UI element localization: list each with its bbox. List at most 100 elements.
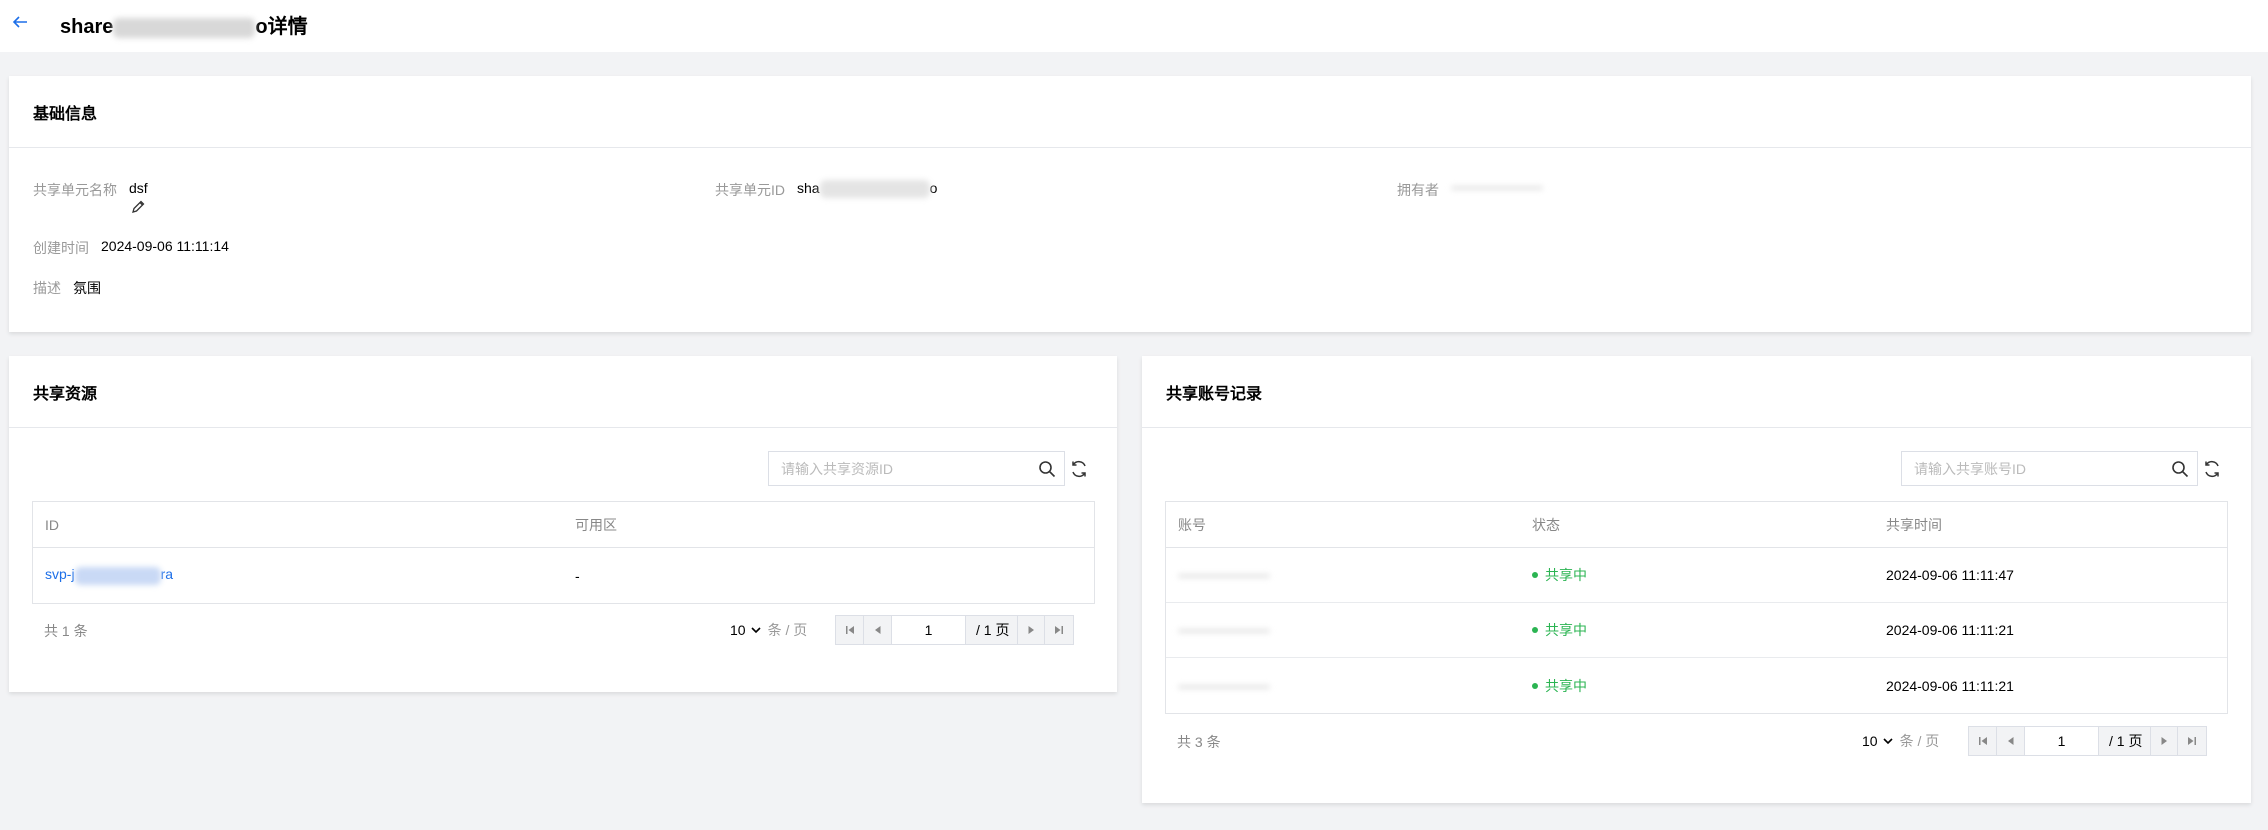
status-dot-icon [1532,627,1538,633]
share-time-cell: 2024-09-06 11:11:21 [1886,677,2014,694]
account-cell [1166,622,1520,638]
prev-page-button[interactable] [1997,727,2025,755]
table-header: 账号 状态 共享时间 [1166,502,2227,548]
share-time-cell: 2024-09-06 11:11:47 [1886,567,2014,583]
owner-row: 拥有者 [1397,180,1543,200]
share-unit-id-label: 共享单元ID [715,182,785,198]
basic-info-header: 基础信息 [9,76,2251,148]
status-dot-icon [1532,682,1538,689]
page-number-input[interactable]: 1 [2025,727,2099,755]
redacted-account [1178,684,1270,689]
account-cell [1166,678,1520,694]
chevron-down-icon [751,627,761,634]
page-title-prefix: share [60,16,114,38]
description-value: 氛围 [73,280,101,296]
resource-id-cell[interactable]: svp-j ra [33,566,563,585]
first-page-icon [845,626,854,634]
chevron-down-icon [1883,738,1893,745]
resources-total: 共 1 条 [44,623,88,639]
refresh-icon[interactable] [1069,459,1089,479]
page-size-unit: 条 / 页 [767,622,808,638]
status-cell: 共享中 [1520,565,1874,585]
next-page-button[interactable] [2150,727,2179,755]
share-unit-name-label: 共享单元名称 [33,182,117,198]
column-header-zone: 可用区 [575,516,617,533]
table-row: 共享中 2024-09-06 11:11:21 [1166,658,2227,713]
first-page-button[interactable] [836,616,864,644]
accounts-page-size-select[interactable]: 10 条 / 页 [1862,731,1939,751]
table-row: svp-j ra - [33,548,1094,603]
share-unit-id-prefix: sha [797,180,820,196]
page-size-value: 10 [1862,733,1878,749]
back-arrow-icon[interactable] [10,12,30,32]
status-text: 共享中 [1545,622,1587,638]
shared-accounts-header: 共享账号记录 [1142,356,2251,428]
next-page-button[interactable] [1017,616,1046,644]
created-time-label: 创建时间 [33,240,89,256]
redacted-text [113,17,256,38]
accounts-table: 账号 状态 共享时间 共享中 2024-09-06 11:11:47 共享中 2… [1165,501,2228,714]
shared-resources-header: 共享资源 [9,356,1117,428]
accounts-pagination: 1 / 1 页 [1968,726,2208,756]
status-cell: 共享中 [1520,620,1874,640]
prev-page-icon [2007,737,2013,745]
share-unit-name-value: dsf [129,180,148,196]
resource-id-suffix: ra [160,566,174,583]
share-unit-id-suffix: o [929,180,938,196]
resource-id-link[interactable]: svp-j ra [45,566,174,585]
last-page-icon [2188,737,2197,745]
status-badge: 共享中 [1532,620,1874,640]
last-page-button[interactable] [2178,727,2206,755]
redacted-text [74,566,161,585]
resources-pagination: 1 / 1 页 [835,615,1075,645]
basic-info-title: 基础信息 [33,105,98,123]
basic-info-card: 基础信息 共享单元名称 dsf 共享单元ID sha o 拥有者 创建时间 202… [9,76,2251,332]
page-title-suffix: o详情 [255,16,308,38]
table-row: 共享中 2024-09-06 11:11:47 [1166,548,2227,603]
status-cell: 共享中 [1520,676,1874,696]
column-header-status: 状态 [1532,516,1560,533]
resources-table: ID 可用区 svp-j ra - [32,501,1095,604]
shared-accounts-title: 共享账号记录 [1166,385,1263,403]
refresh-icon[interactable] [2202,459,2222,479]
page-total-text: / 1 页 [2109,733,2143,749]
page-number-input[interactable]: 1 [892,616,966,644]
shared-resources-title: 共享资源 [33,385,98,403]
owner-label: 拥有者 [1397,182,1439,198]
share-unit-id-row: 共享单元ID sha o [715,180,937,200]
accounts-total: 共 3 条 [1177,734,1221,750]
search-icon[interactable] [2171,460,2189,478]
status-text: 共享中 [1545,677,1587,694]
search-icon[interactable] [1038,460,1056,478]
last-page-button[interactable] [1045,616,1073,644]
resource-zone-cell: - [575,567,580,584]
first-page-button[interactable] [1969,727,1997,755]
status-badge: 共享中 [1532,676,1874,696]
share-unit-name-row: 共享单元名称 dsf [33,180,148,200]
redacted-text [819,180,930,199]
resources-page-size-select[interactable]: 10 条 / 页 [730,620,807,640]
resource-search-input[interactable] [781,460,1021,477]
column-header-share-time: 共享时间 [1886,516,1942,533]
table-header: ID 可用区 [33,502,1094,548]
share-unit-id-value: sha o [797,180,938,199]
status-text: 共享中 [1545,567,1587,583]
resource-search-box [768,451,1065,486]
shared-resources-card: 共享资源 ID 可用区 svp-j ra - 共 1 条 10 条 / 页 1 /… [9,356,1117,692]
resource-id-prefix: svp-j [45,566,75,583]
column-header-id: ID [45,516,59,533]
last-page-icon [1055,626,1064,634]
created-time-value: 2024-09-06 11:11:14 [101,238,229,254]
status-badge: 共享中 [1532,565,1874,585]
account-search-input[interactable] [1914,460,2154,477]
share-time-cell: 2024-09-06 11:11:21 [1886,622,2014,638]
edit-pencil-icon[interactable] [130,199,146,215]
next-page-icon [1028,626,1035,634]
redacted-account [1178,574,1270,579]
page-size-unit: 条 / 页 [1899,733,1940,749]
next-page-icon [2161,737,2168,745]
page-total-text: / 1 页 [976,622,1010,638]
table-row: 共享中 2024-09-06 11:11:21 [1166,603,2227,658]
created-time-row: 创建时间 2024-09-06 11:11:14 [33,238,229,258]
prev-page-button[interactable] [864,616,892,644]
